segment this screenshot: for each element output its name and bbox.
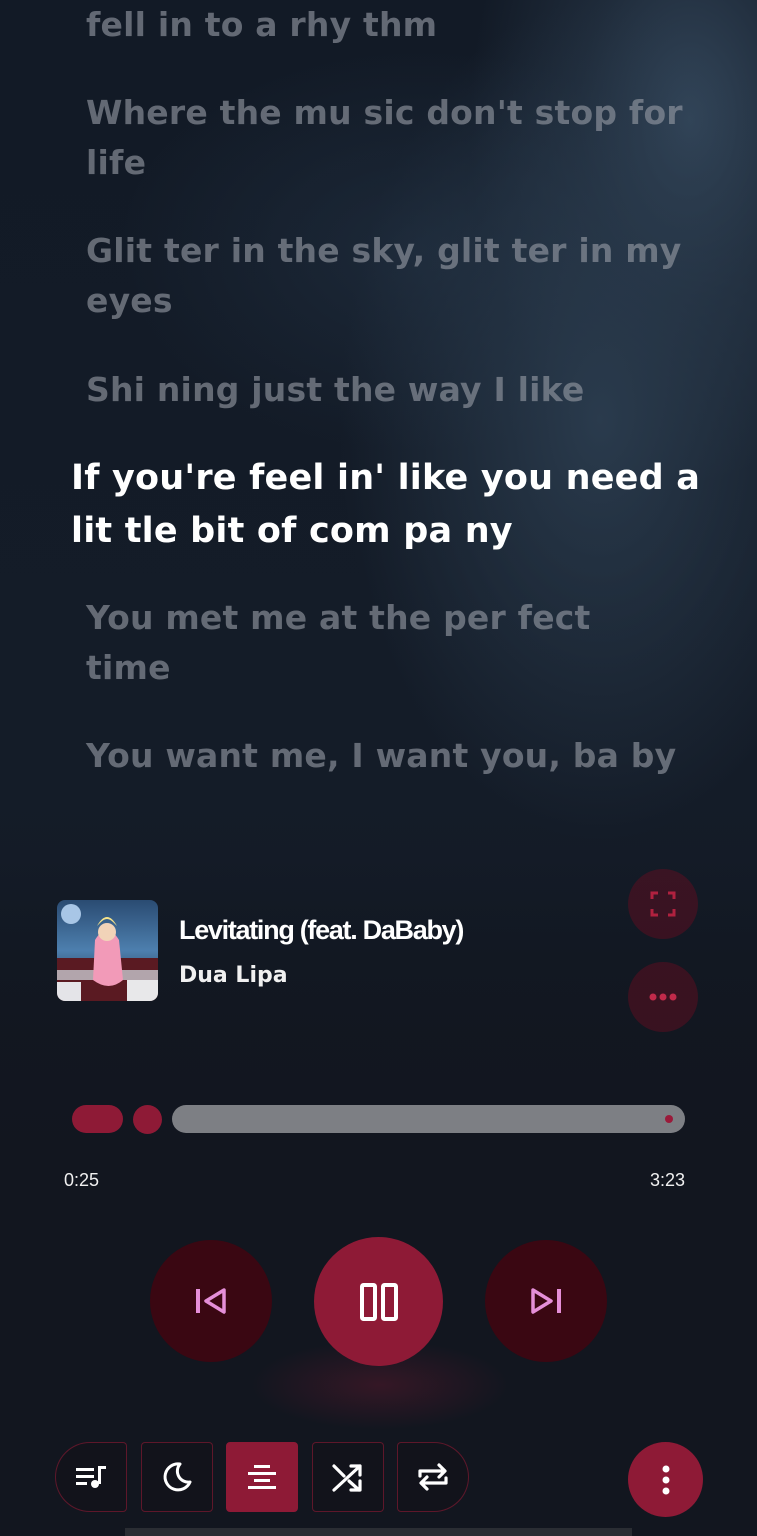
shuffle-icon	[332, 1464, 362, 1492]
repeat-button[interactable]	[397, 1442, 469, 1512]
album-art[interactable]	[57, 900, 158, 1001]
lyric-line[interactable]: You met me at the per fect time	[86, 593, 686, 693]
lyric-line[interactable]: Glit ter in the sky, glit ter in my eyes	[86, 226, 686, 326]
lyrics-view[interactable]: fell in to a rhy thm Where the mu sic do…	[0, 0, 757, 860]
previous-button[interactable]	[150, 1240, 272, 1362]
play-pause-button[interactable]	[314, 1237, 443, 1366]
lyric-line[interactable]: You want me, I want you, ba by	[86, 731, 686, 781]
next-button[interactable]	[485, 1240, 607, 1362]
lyric-line[interactable]: Where the mu sic don't stop for life	[86, 88, 686, 188]
lyric-line-current[interactable]: If you're feel in' like you need a lit t…	[71, 452, 711, 558]
more-vertical-icon	[662, 1465, 669, 1494]
more-horizontal-icon	[649, 993, 677, 1001]
lyrics-button[interactable]	[226, 1442, 298, 1512]
seek-bar-remaining[interactable]	[172, 1105, 685, 1133]
menu-button[interactable]	[628, 1442, 703, 1517]
lyric-line[interactable]: fell in to a rhy thm	[86, 0, 686, 50]
album-cover-icon	[57, 900, 158, 1001]
fullscreen-button[interactable]	[628, 869, 698, 939]
queue-button[interactable]	[55, 1442, 127, 1512]
sleep-timer-moon-icon	[163, 1462, 192, 1492]
shuffle-button[interactable]	[312, 1442, 384, 1512]
lyric-line[interactable]: Shi ning just the way I like	[86, 365, 686, 415]
fullscreen-icon	[650, 891, 676, 917]
queue-music-icon	[76, 1466, 106, 1488]
seek-bar-elapsed	[72, 1105, 123, 1133]
total-time: 3:23	[650, 1170, 686, 1190]
gesture-bar	[125, 1528, 632, 1536]
track-artist[interactable]: Dua Lipa	[179, 958, 288, 994]
track-title[interactable]: Levitating (feat. DaBaby)	[179, 908, 464, 952]
skip-next-icon	[531, 1288, 561, 1314]
elapsed-time: 0:25	[64, 1170, 100, 1190]
lyrics-icon	[248, 1465, 276, 1489]
skip-previous-icon	[196, 1288, 226, 1314]
pause-icon	[359, 1282, 398, 1321]
sleep-timer-button[interactable]	[141, 1442, 213, 1512]
seek-bar-end-dot	[665, 1115, 673, 1123]
repeat-icon	[418, 1463, 448, 1491]
more-options-button[interactable]	[628, 962, 698, 1032]
seek-bar-thumb[interactable]	[133, 1105, 162, 1134]
